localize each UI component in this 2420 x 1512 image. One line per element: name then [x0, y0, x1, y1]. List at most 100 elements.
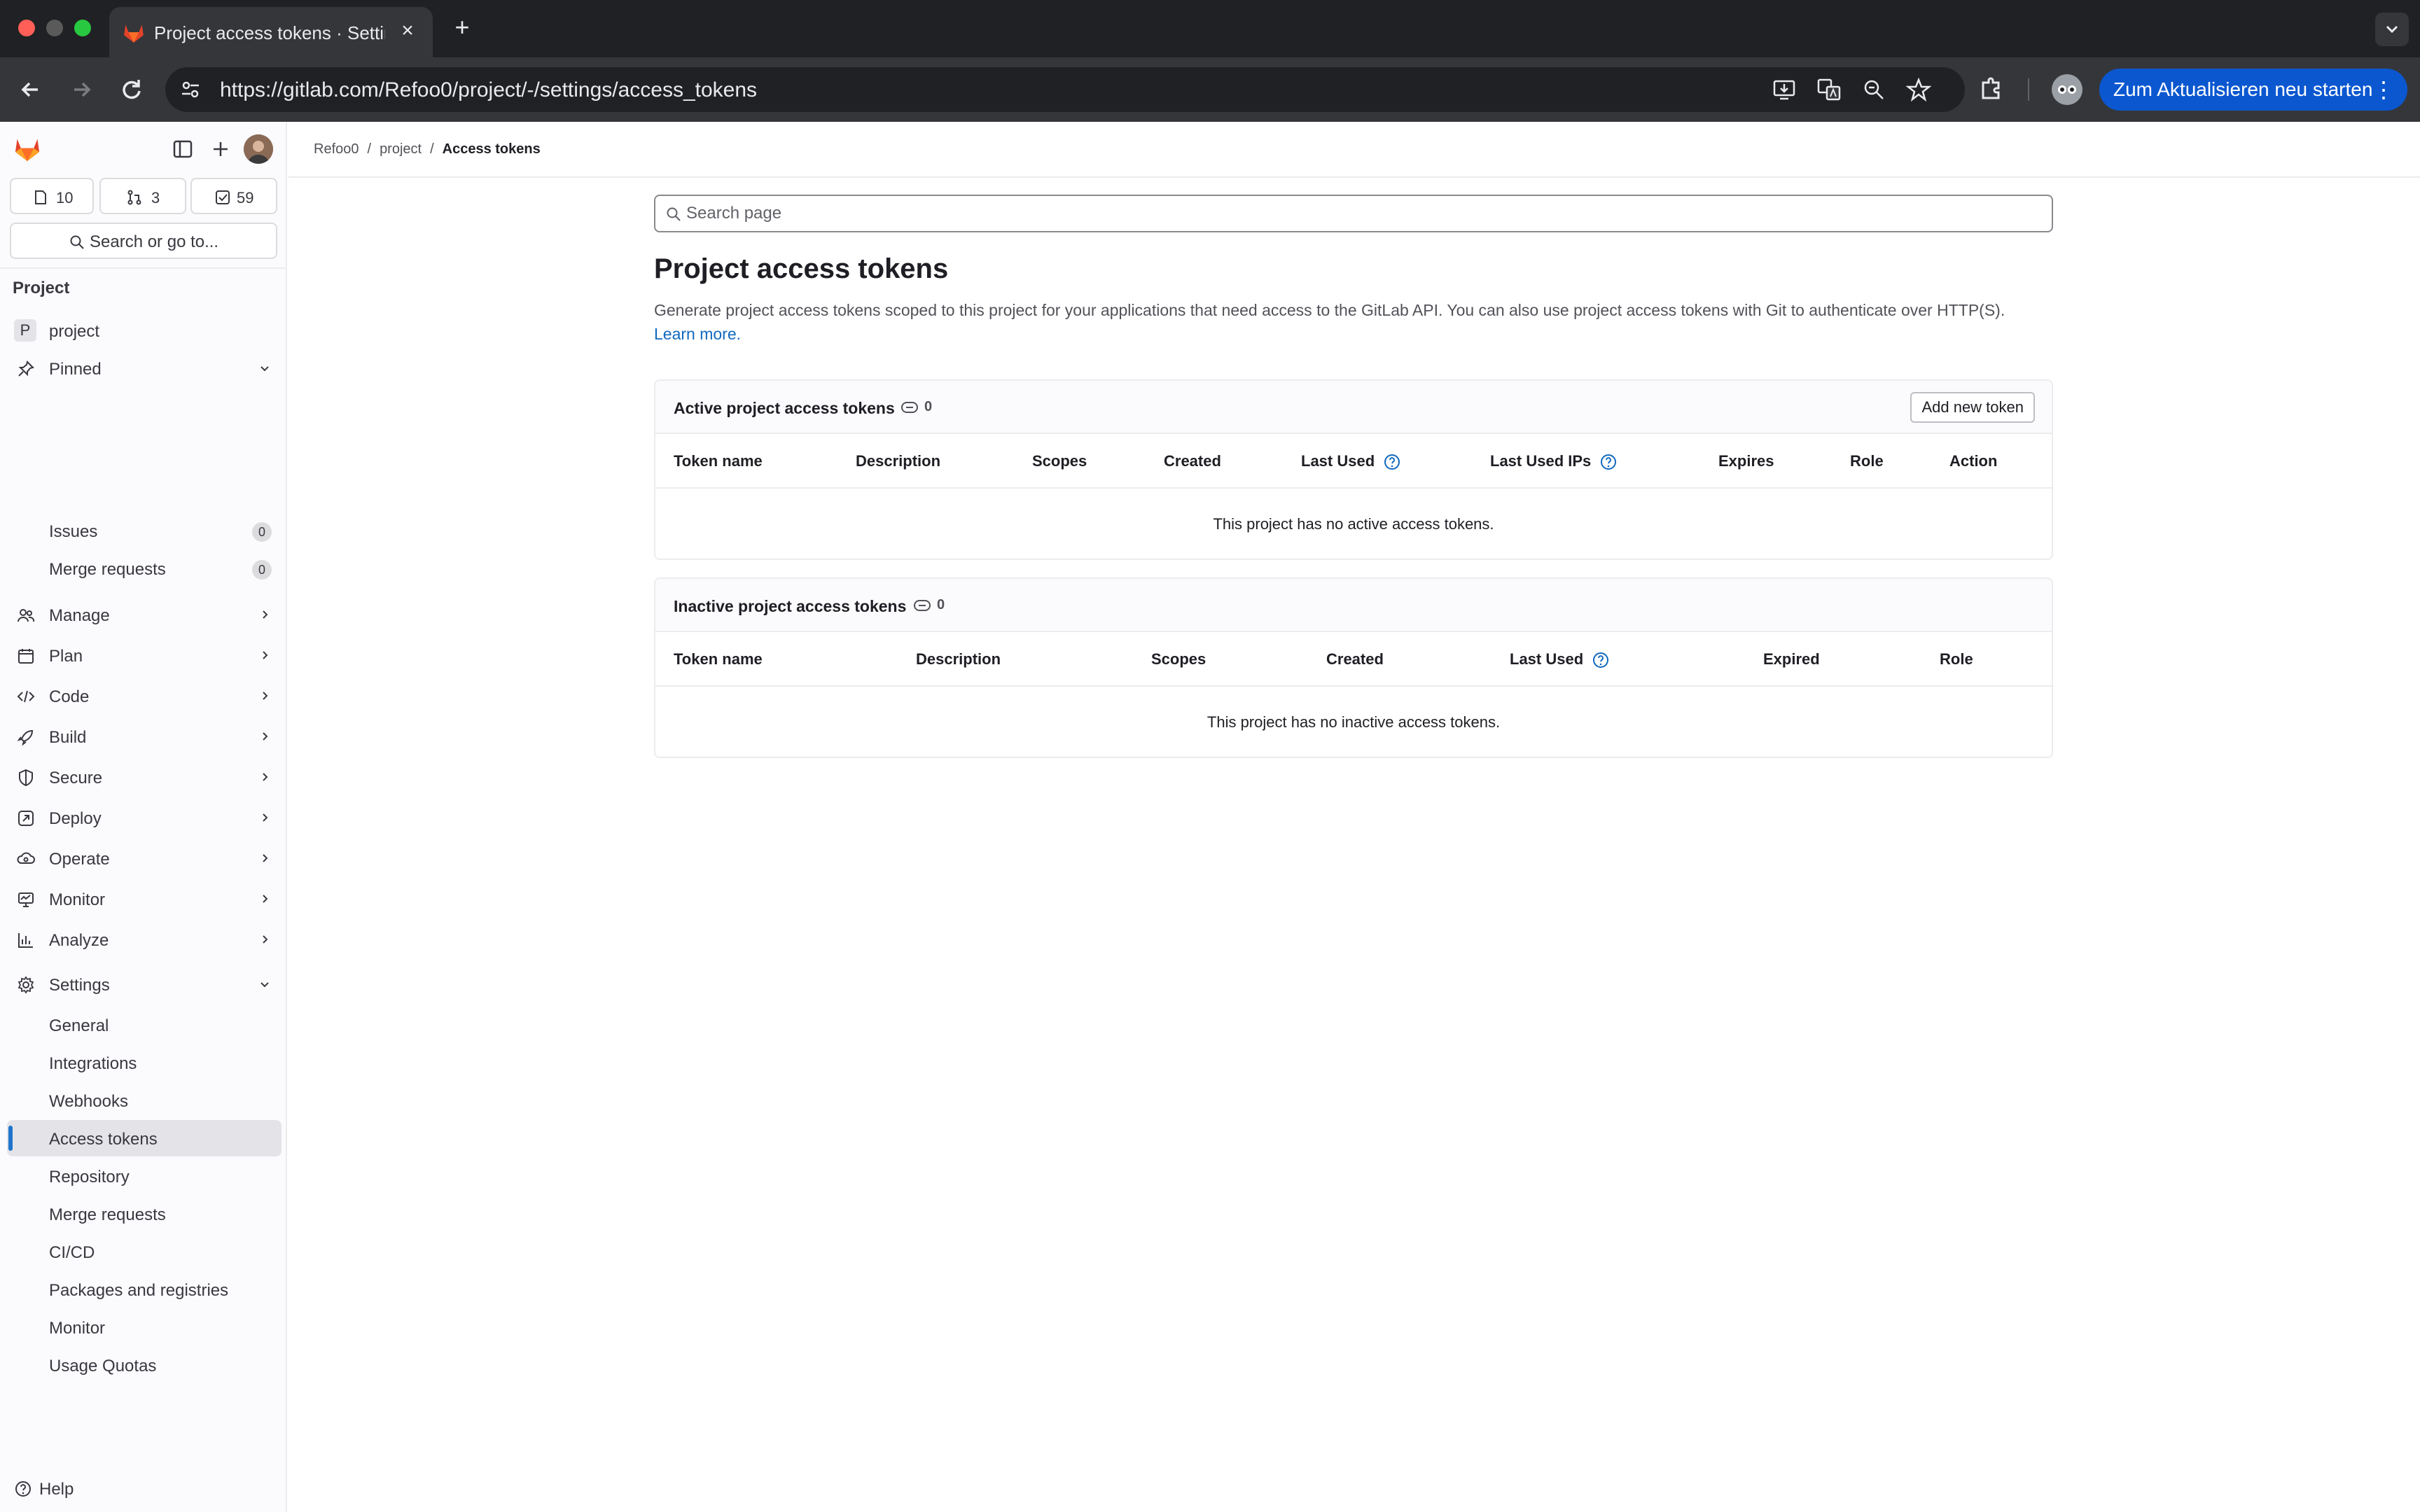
browser-tab-active[interactable]: Project access tokens · Settings · proje… — [109, 7, 433, 57]
sidebar-item-monitor[interactable]: Monitor — [7, 881, 281, 917]
sidebar-item-label: Repository — [49, 1168, 130, 1186]
sidebar-item-code[interactable]: Code — [7, 678, 281, 714]
column-header-token-name: Token name — [674, 452, 763, 470]
sidebar-item-settings-webhooks[interactable]: Webhooks — [7, 1082, 281, 1119]
inactive-tokens-title: Inactive project access tokens — [674, 597, 907, 615]
question-circle-icon[interactable] — [1592, 651, 1610, 669]
tab-close-icon[interactable]: × — [394, 17, 422, 45]
column-header-description: Description — [916, 650, 1001, 668]
sidebar-item-label: Merge requests — [49, 1205, 166, 1224]
search-page-input[interactable] — [686, 202, 2017, 225]
sidebar-item-build[interactable]: Build — [7, 718, 281, 755]
column-header-role: Role — [1850, 452, 1884, 470]
bookmark-star-icon[interactable] — [1906, 77, 1931, 102]
window-maximize-button[interactable] — [74, 20, 91, 36]
chevron-down-icon — [260, 366, 269, 372]
sidebar-item-label: Access tokens — [49, 1130, 158, 1149]
user-avatar[interactable] — [244, 134, 273, 164]
sidebar-item-settings-cicd[interactable]: CI/CD — [7, 1233, 281, 1270]
search-icon — [70, 235, 84, 249]
address-bar[interactable]: https://gitlab.com/Refoo0/project/-/sett… — [165, 67, 1965, 112]
help-icon — [15, 1481, 31, 1497]
gear-icon — [18, 976, 34, 994]
todos-counter[interactable]: 59 — [190, 178, 277, 214]
relaunch-to-update-button[interactable]: Zum Aktualisieren neu starten ⋮ — [2099, 69, 2407, 111]
sidebar-item-label: Merge requests — [49, 560, 166, 579]
sidebar-item-pinned-issues[interactable]: Issues 0 — [7, 512, 281, 549]
sidebar-item-settings-merge-requests[interactable]: Merge requests — [7, 1196, 281, 1232]
sidebar-item-secure[interactable]: Secure — [7, 759, 281, 795]
question-circle-icon[interactable] — [1383, 453, 1401, 471]
gitlab-favicon-icon — [124, 24, 144, 43]
question-circle-icon[interactable] — [1599, 453, 1618, 471]
create-new-plus-icon[interactable] — [209, 137, 232, 161]
forward-arrow-icon[interactable] — [64, 73, 98, 106]
new-tab-button[interactable]: + — [448, 14, 476, 42]
chevron-right-icon — [263, 935, 268, 944]
search-or-go-to-button[interactable]: Search or go to... — [10, 223, 277, 259]
top-bar: Refoo0 / project / Access tokens — [288, 122, 2420, 178]
zoom-icon[interactable] — [1861, 77, 1886, 102]
page-title: Project access tokens — [654, 253, 949, 284]
tab-title: Project access tokens · Settings · proje… — [154, 22, 385, 43]
breadcrumb-project-link[interactable]: project — [380, 141, 422, 157]
breadcrumb-current[interactable]: Access tokens — [443, 141, 541, 157]
sidebar-item-settings-packages[interactable]: Packages and registries — [7, 1271, 281, 1308]
sidebar-item-settings-general[interactable]: General — [7, 1007, 281, 1043]
sidebar-item-label: Manage — [49, 606, 110, 625]
window-close-button[interactable] — [18, 20, 35, 36]
sidebar-item-label: Analyze — [49, 931, 109, 950]
sidebar-toggle-icon[interactable] — [171, 137, 195, 161]
browser-toolbar: https://gitlab.com/Refoo0/project/-/sett… — [0, 57, 2420, 122]
reload-icon[interactable] — [115, 73, 148, 106]
sidebar-item-settings-integrations[interactable]: Integrations — [7, 1044, 281, 1081]
sidebar-divider — [0, 267, 286, 269]
merge-requests-counter[interactable]: 3 — [99, 178, 186, 214]
assigned-issues-counter[interactable]: 10 — [10, 178, 94, 214]
translate-icon[interactable] — [1816, 77, 1842, 102]
inactive-tokens-count: 0 — [937, 597, 945, 612]
sidebar-item-label: Webhooks — [49, 1092, 128, 1111]
extensions-icon[interactable] — [1975, 73, 2008, 106]
sidebar-item-pinned-merge-requests[interactable]: Merge requests 0 — [7, 550, 281, 587]
sidebar-item-settings-monitor[interactable]: Monitor — [7, 1309, 281, 1345]
sidebar-item-settings-usage-quotas[interactable]: Usage Quotas — [7, 1347, 281, 1383]
sidebar-item-plan[interactable]: Plan — [7, 637, 281, 673]
cloud-gear-icon — [17, 852, 35, 864]
sidebar-item-label: Packages and registries — [49, 1281, 229, 1300]
sidebar-item-deploy[interactable]: Deploy — [7, 799, 281, 836]
users-icon — [18, 609, 35, 622]
breadcrumb-group-link[interactable]: Refoo0 — [314, 141, 359, 157]
more-vert-icon[interactable]: ⋮ — [2372, 69, 2395, 111]
sidebar-item-operate[interactable]: Operate — [7, 840, 281, 876]
profile-avatar[interactable] — [2052, 74, 2082, 105]
sidebar-item-manage[interactable]: Manage — [7, 596, 281, 633]
add-new-token-button[interactable]: Add new token — [1910, 392, 2035, 423]
sidebar-item-label: Monitor — [49, 890, 106, 909]
active-tokens-title: Active project access tokens — [674, 399, 895, 417]
column-header-role: Role — [1940, 650, 1973, 668]
gitlab-logo-icon[interactable] — [13, 134, 42, 164]
sidebar-section-heading: Project — [13, 279, 70, 298]
window-minimize-button[interactable] — [46, 20, 63, 36]
column-header-last-used: Last Used — [1510, 650, 1610, 669]
sidebar-item-analyze[interactable]: Analyze — [7, 921, 281, 958]
sidebar-item-project[interactable]: P project — [7, 312, 281, 349]
install-app-icon[interactable] — [1772, 77, 1797, 102]
profile-glasses-icon — [2058, 85, 2076, 94]
sidebar-item-settings-repository[interactable]: Repository — [7, 1158, 281, 1194]
tab-search-button[interactable] — [2375, 13, 2409, 46]
sidebar-item-pinned[interactable]: Pinned — [7, 350, 281, 386]
sidebar-item-settings-access-tokens[interactable]: Access tokens — [7, 1120, 281, 1156]
learn-more-link[interactable]: Learn more. — [654, 325, 741, 343]
breadcrumb-separator: / — [430, 141, 434, 157]
search-page-field[interactable] — [654, 195, 2053, 232]
site-info-icon[interactable] — [178, 77, 203, 102]
merge-requests-count: 3 — [151, 189, 160, 206]
sidebar-item-settings[interactable]: Settings — [7, 966, 281, 1002]
column-header-expired: Expired — [1763, 650, 1820, 668]
chevron-right-icon — [263, 813, 268, 822]
back-arrow-icon[interactable] — [14, 73, 48, 106]
update-button-label: Zum Aktualisieren neu starten — [2113, 78, 2373, 100]
search-or-go-to-label: Search or go to... — [90, 232, 219, 251]
